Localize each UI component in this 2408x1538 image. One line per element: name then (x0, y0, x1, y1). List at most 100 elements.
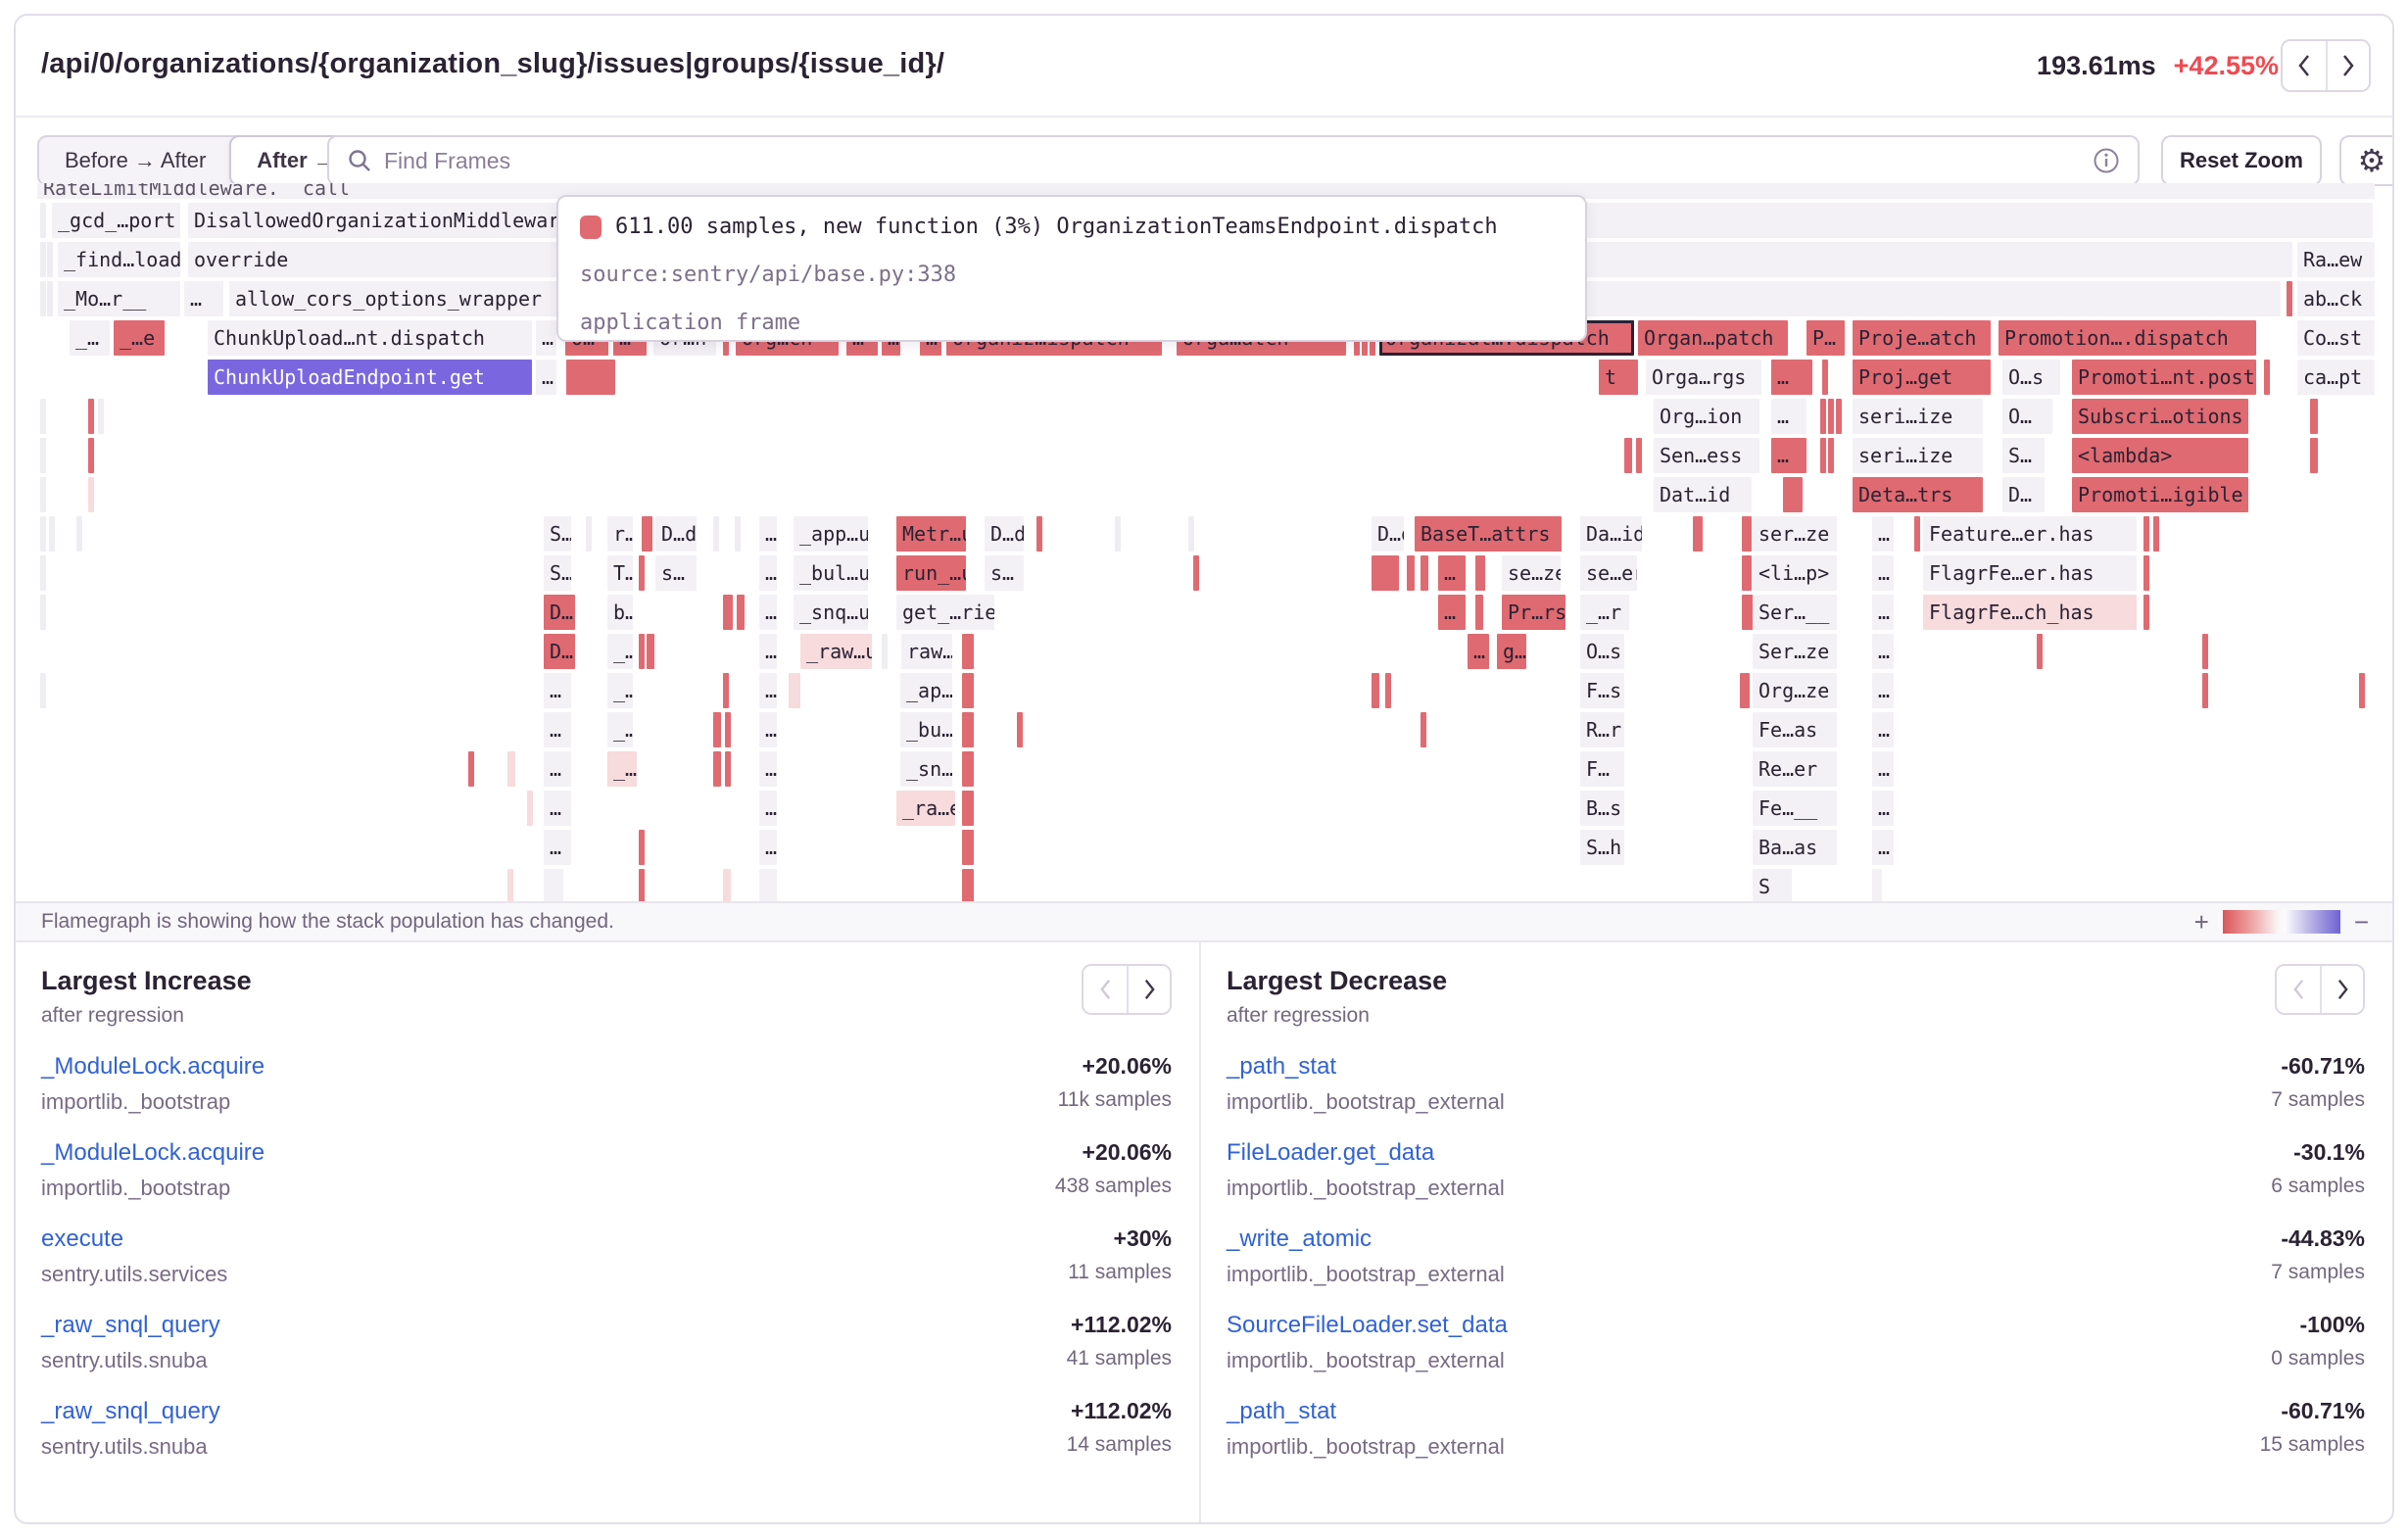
flame-cell[interactable] (962, 751, 974, 787)
flame-cell[interactable]: Org…ze (1753, 673, 1837, 708)
flame-cell[interactable]: _…e (114, 320, 165, 356)
flame-cell[interactable] (49, 516, 55, 552)
flame-cell[interactable] (2037, 634, 2043, 669)
flame-cell[interactable]: get_…ries (896, 595, 994, 630)
flame-cell[interactable]: Da…id (1580, 516, 1642, 552)
flame-cell[interactable] (1828, 438, 1834, 473)
flame-cell[interactable]: S… (544, 555, 571, 591)
flame-cell[interactable]: _app…ults (794, 516, 868, 552)
flame-cell[interactable]: _ra…ery (896, 791, 955, 826)
flame-cell[interactable] (1407, 555, 1415, 591)
flame-cell[interactable]: Pr…rs (1502, 595, 1565, 630)
flame-cell[interactable]: S (1753, 869, 1792, 901)
flame-cell[interactable] (88, 399, 94, 434)
flame-cell[interactable]: Orga…rgs (1646, 360, 1761, 395)
flame-cell[interactable]: Proje…atch (1853, 320, 1991, 356)
flame-cell[interactable] (713, 712, 721, 747)
flame-cell[interactable] (2264, 360, 2270, 395)
flame-cell[interactable] (1421, 712, 1426, 747)
flame-cell[interactable]: Proj…get (1853, 360, 1991, 395)
flame-cell[interactable] (88, 438, 94, 473)
flame-cell[interactable]: … (1872, 673, 1894, 708)
flame-cell[interactable]: … (759, 555, 777, 591)
flame-cell[interactable] (40, 281, 46, 316)
decrease-prev-button[interactable] (2277, 966, 2320, 1013)
flame-cell[interactable]: … (759, 712, 777, 747)
flame-cell[interactable] (2359, 673, 2365, 708)
flame-cell[interactable] (2202, 634, 2208, 669)
flame-cell[interactable]: D… (544, 595, 575, 630)
flame-cell[interactable]: Dat…id (1654, 477, 1752, 512)
flame-cell[interactable] (1017, 712, 1023, 747)
flame-cell[interactable] (1693, 516, 1703, 552)
flame-cell[interactable] (507, 751, 515, 787)
flame-cell[interactable]: _…r (1580, 595, 1629, 630)
flame-cell[interactable]: <lambda> (2072, 438, 2248, 473)
flame-cell[interactable]: Ser…ze (1753, 634, 1837, 669)
flame-cell[interactable]: … (184, 281, 223, 316)
flame-cell[interactable]: _… (607, 712, 633, 747)
flame-cell[interactable] (507, 869, 513, 901)
function-link[interactable]: _ModuleLock.acquire (41, 1139, 265, 1167)
flame-cell[interactable] (2143, 555, 2149, 591)
flame-cell[interactable]: … (1771, 438, 1806, 473)
flame-cell[interactable] (47, 242, 53, 277)
flame-cell[interactable] (1820, 438, 1826, 473)
flame-cell[interactable] (962, 673, 974, 708)
flame-cell[interactable] (723, 869, 731, 901)
flame-cell[interactable]: … (1438, 555, 1466, 591)
flame-cell[interactable]: Deta…trs (1853, 477, 1983, 512)
flame-cell[interactable]: Feature…er.has (1923, 516, 2137, 552)
flame-cell[interactable] (735, 516, 741, 552)
flame-cell[interactable]: … (1872, 712, 1894, 747)
flame-cell[interactable] (1820, 399, 1826, 434)
flame-cell[interactable] (1475, 595, 1483, 630)
flame-cell[interactable] (566, 360, 615, 395)
flame-cell[interactable] (2310, 399, 2318, 434)
flame-cell[interactable]: Fe…as (1753, 712, 1837, 747)
flame-cell[interactable]: … (544, 830, 571, 865)
flame-cell[interactable]: P… (1806, 320, 1845, 356)
flame-cell[interactable]: Promoti…nt.post (2072, 360, 2256, 395)
flame-cell[interactable] (40, 242, 46, 277)
flame-cell[interactable]: g… (1497, 634, 1526, 669)
flame-cell[interactable]: Fe…__ (1753, 791, 1837, 826)
flame-cell[interactable] (1624, 438, 1632, 473)
flame-cell[interactable]: Metr…uery (896, 516, 966, 552)
flame-cell[interactable] (40, 555, 46, 591)
flame-cell[interactable] (962, 791, 974, 826)
flame-cell[interactable]: _bul…uery (794, 555, 868, 591)
flame-cell[interactable]: … (1438, 595, 1466, 630)
flame-cell[interactable]: _bu…ery (900, 712, 952, 747)
flame-cell[interactable]: … (1771, 360, 1812, 395)
flame-cell[interactable]: … (1872, 516, 1894, 552)
flame-cell[interactable]: Ser…__ (1753, 595, 1837, 630)
flame-cell[interactable]: _snq…uery (794, 595, 868, 630)
prev-transaction-button[interactable] (2283, 41, 2326, 90)
flame-cell[interactable] (647, 634, 654, 669)
flame-cell[interactable]: … (1468, 634, 1489, 669)
flame-cell[interactable] (882, 634, 888, 669)
flame-cell[interactable] (40, 438, 46, 473)
flame-cell[interactable] (1742, 516, 1752, 552)
flame-cell[interactable]: D… (544, 634, 575, 669)
flame-cell[interactable]: … (1872, 555, 1894, 591)
flame-cell[interactable] (98, 399, 104, 434)
flame-cell[interactable] (1914, 516, 1920, 552)
next-transaction-button[interactable] (2326, 41, 2369, 90)
flame-cell[interactable]: S… (544, 516, 571, 552)
decrease-next-button[interactable] (2320, 966, 2363, 1013)
flame-cell[interactable]: … (1872, 751, 1894, 787)
flame-cell[interactable]: run_…uery (896, 555, 966, 591)
flame-cell[interactable]: … (536, 320, 556, 356)
flame-cell[interactable] (962, 712, 974, 747)
flame-cell[interactable] (40, 477, 46, 512)
flame-cell[interactable]: … (759, 516, 777, 552)
flame-cell[interactable]: <li…p> (1753, 555, 1837, 591)
flame-cell[interactable]: Org…ion (1654, 399, 1759, 434)
flame-cell[interactable]: _… (70, 320, 110, 356)
increase-next-button[interactable] (1127, 966, 1170, 1013)
flame-cell[interactable] (1836, 399, 1842, 434)
flame-cell[interactable]: Organ…patch (1638, 320, 1788, 356)
flame-cell[interactable]: S… (2002, 438, 2045, 473)
